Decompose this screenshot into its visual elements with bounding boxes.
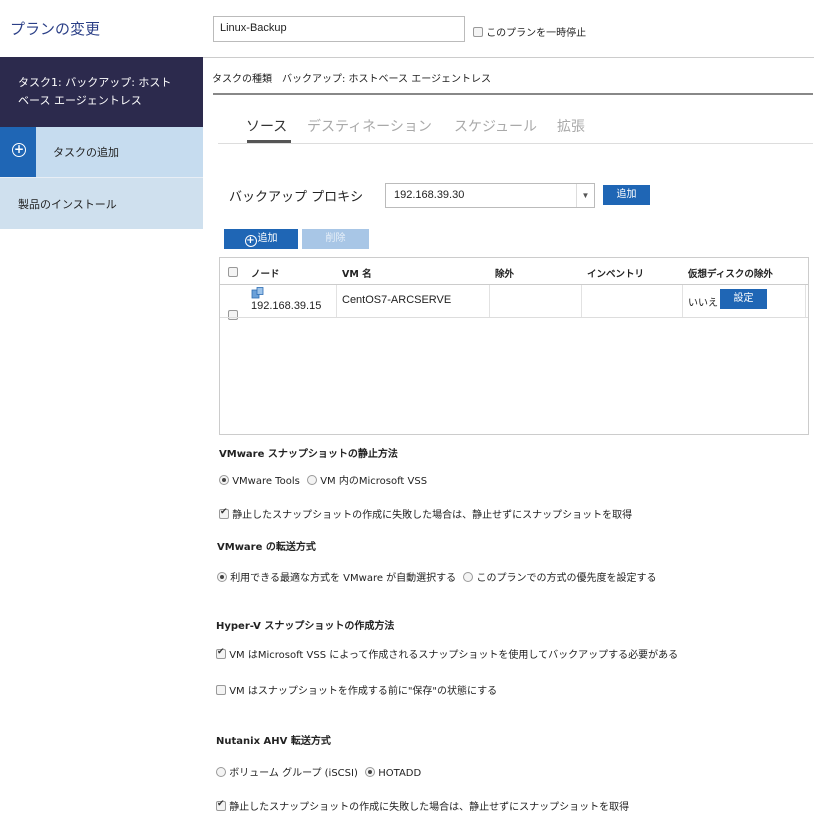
col-sep xyxy=(682,285,683,317)
suspend-checkbox[interactable] xyxy=(473,27,483,37)
nutanix-fallback-option: 静止したスナップショットの作成に失敗した場合は、静止せずにスナップショットを取得 xyxy=(216,798,629,813)
proxy-add-button[interactable]: 追加 xyxy=(603,185,650,205)
hyperv-vss-checkbox[interactable] xyxy=(216,647,226,659)
col-sep xyxy=(581,285,582,317)
tab-advanced[interactable]: 拡張 xyxy=(557,116,585,136)
row-disk-exclude: いいえ xyxy=(688,298,718,309)
hyperv-saved-option: VM はスナップショットを作成する前に"保存"の状態にする xyxy=(216,682,497,697)
vmware-snapshot-heading: VMware スナップショットの静止方法 xyxy=(219,449,398,460)
page-title: プランの変更 xyxy=(10,20,101,38)
row-vm-name: CentOS7-ARCSERVE xyxy=(342,294,452,306)
add-task-label: タスクの追加 xyxy=(53,146,119,159)
auto-transfer-radio[interactable] xyxy=(217,572,227,582)
node-table: ノード VM 名 除外 インベントリ 仮想ディスクの除外 192.168.39.… xyxy=(219,257,809,435)
vm-vss-label[interactable]: VM 内のMicrosoft VSS xyxy=(320,476,427,487)
add-task-icon-box[interactable]: + xyxy=(0,127,36,177)
disk-exclude-setting-button[interactable]: 設定 xyxy=(720,289,767,309)
header-divider xyxy=(203,57,814,58)
task1-label-line2: ベース エージェントレス xyxy=(18,94,142,107)
delete-node-button[interactable]: 削除 xyxy=(302,229,369,249)
vmware-snapshot-options: VMware Tools VM 内のMicrosoft VSS xyxy=(219,472,427,487)
suspend-label: このプランを一時停止 xyxy=(486,28,587,39)
backup-proxy-select[interactable]: 192.168.39.30 ▼ xyxy=(385,183,595,208)
plus-circle-icon: + xyxy=(12,142,26,157)
custom-transfer-radio[interactable] xyxy=(463,572,474,582)
col-sep xyxy=(336,285,337,317)
column-header-inventory[interactable]: インベントリ xyxy=(587,266,644,280)
row-checkbox[interactable] xyxy=(228,310,238,320)
hyperv-vss-option: VM はMicrosoft VSS によって作成されるスナップショットを使用して… xyxy=(216,646,678,661)
chevron-down-icon[interactable]: ▼ xyxy=(576,184,594,207)
vmware-fallback-checkbox[interactable] xyxy=(219,507,229,519)
vmware-fallback-label[interactable]: 静止したスナップショットの作成に失敗した場合は、静止せずにスナップショットを取得 xyxy=(232,510,632,521)
vmware-transfer-options: 利用できる最適な方式を VMware が自動選択する このプランでの方式の優先度… xyxy=(217,569,657,584)
backup-proxy-value: 192.168.39.30 xyxy=(394,189,465,201)
hotadd-radio[interactable] xyxy=(365,767,376,777)
vmware-transfer-heading: VMware の転送方式 xyxy=(217,542,316,553)
sidebar-item-install[interactable]: 製品のインストール xyxy=(0,177,203,229)
vmware-tools-label[interactable]: VMware Tools xyxy=(232,476,300,487)
row-node: 192.168.39.15 xyxy=(251,300,322,312)
iscsi-label[interactable]: ボリューム グループ (iSCSI) xyxy=(229,768,358,779)
tab-destination[interactable]: デスティネーション xyxy=(307,116,432,136)
tab-source[interactable]: ソース xyxy=(246,116,287,136)
nutanix-fallback-label[interactable]: 静止したスナップショットの作成に失敗した場合は、静止せずにスナップショットを取得 xyxy=(229,802,629,813)
tabs-divider xyxy=(218,143,813,144)
hotadd-label[interactable]: HOTADD xyxy=(378,768,421,779)
plan-name-input[interactable]: Linux-Backup xyxy=(213,16,465,42)
task-type-divider xyxy=(213,93,813,95)
auto-transfer-label[interactable]: 利用できる最適な方式を VMware が自動選択する xyxy=(230,573,456,584)
vmware-tools-radio[interactable] xyxy=(219,475,229,485)
task-type-text: タスクの種類 バックアップ: ホストベース エージェントレス xyxy=(212,74,492,85)
iscsi-radio[interactable] xyxy=(216,767,226,777)
server-icon xyxy=(251,287,264,299)
add-node-button[interactable]: + 追加 xyxy=(224,229,298,249)
hyperv-saved-checkbox[interactable] xyxy=(216,685,226,695)
column-header-vm-name[interactable]: VM 名 xyxy=(342,266,372,280)
vmware-fallback-option: 静止したスナップショットの作成に失敗した場合は、静止せずにスナップショットを取得 xyxy=(219,506,632,521)
sidebar-item-add-task[interactable]: + タスクの追加 xyxy=(0,127,203,177)
select-all-checkbox[interactable] xyxy=(228,267,238,277)
sidebar-item-task1[interactable]: タスク1: バックアップ: ホスト ベース エージェントレス xyxy=(0,57,203,127)
tab-schedule[interactable]: スケジュール xyxy=(454,116,537,136)
backup-proxy-label: バックアップ プロキシ xyxy=(229,190,364,205)
suspend-plan-option[interactable]: このプランを一時停止 xyxy=(473,24,586,39)
task1-label-line1: タスク1: バックアップ: ホスト xyxy=(18,76,172,89)
nutanix-fallback-checkbox[interactable] xyxy=(216,799,226,811)
add-node-label: 追加 xyxy=(257,233,278,244)
nutanix-transfer-heading: Nutanix AHV 転送方式 xyxy=(216,736,331,747)
col-sep xyxy=(489,285,490,317)
hyperv-saved-label[interactable]: VM はスナップショットを作成する前に"保存"の状態にする xyxy=(229,686,497,697)
hyperv-snapshot-heading: Hyper-V スナップショットの作成方法 xyxy=(216,621,395,632)
column-header-node[interactable]: ノード xyxy=(251,266,280,280)
header-divider xyxy=(220,284,808,285)
custom-transfer-label[interactable]: このプランでの方式の優先度を設定する xyxy=(477,573,657,584)
vm-vss-radio[interactable] xyxy=(307,475,318,485)
row-divider xyxy=(220,317,808,318)
column-header-disk-exclude[interactable]: 仮想ディスクの除外 xyxy=(688,266,773,280)
column-header-exclude[interactable]: 除外 xyxy=(495,266,514,280)
hyperv-vss-label[interactable]: VM はMicrosoft VSS によって作成されるスナップショットを使用して… xyxy=(229,650,678,661)
nutanix-transfer-options: ボリューム グループ (iSCSI) HOTADD xyxy=(216,764,421,779)
col-sep xyxy=(805,285,806,317)
left-pane: プランの変更 タスク1: バックアップ: ホスト ベース エージェントレス + … xyxy=(0,0,203,816)
plus-circle-icon: + xyxy=(244,235,257,247)
